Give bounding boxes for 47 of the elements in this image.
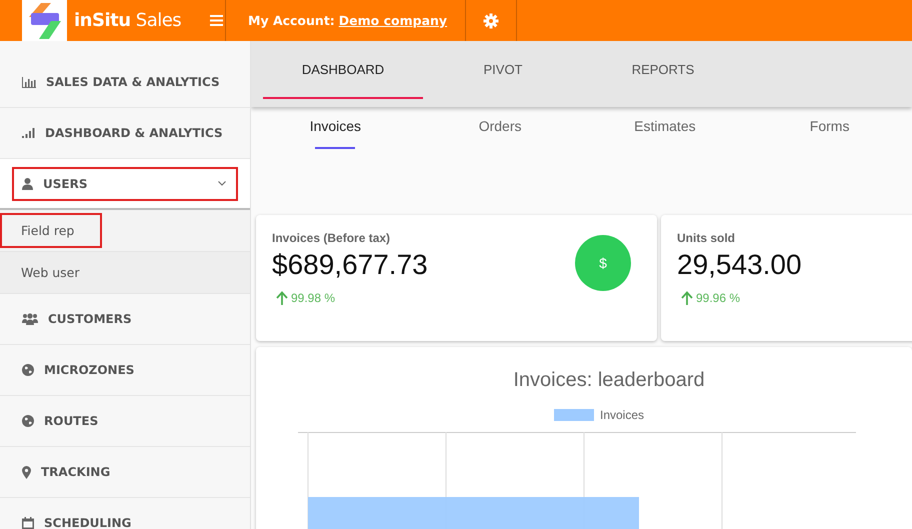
sidebar-item[interactable]: CUSTOMERS	[0, 294, 250, 345]
change-percent: 99.96 %	[696, 291, 740, 305]
globe-icon	[22, 364, 34, 376]
sidebar-label: DASHBOARD & ANALYTICS	[45, 126, 224, 140]
card-value: 29,543.00	[677, 249, 802, 281]
sidebar-label: TRACKING	[41, 465, 112, 479]
app-title: inSitu Sales	[74, 10, 182, 31]
subtab[interactable]: Forms	[747, 107, 912, 160]
card-title: Units sold	[677, 231, 736, 245]
menu-icon[interactable]	[207, 15, 225, 26]
signal-icon	[22, 128, 35, 138]
sidebar-item[interactable]: SCHEDULING	[0, 498, 250, 529]
legend-label: Invoices	[600, 408, 644, 422]
submenu-item[interactable]: Web user	[0, 252, 250, 294]
sidebar-label: CUSTOMERS	[48, 312, 133, 326]
subtab[interactable]: Estimates	[582, 107, 748, 160]
sidebar-item[interactable]: ROUTES	[0, 396, 250, 447]
tab[interactable]: PIVOT	[423, 41, 583, 99]
location-pin-icon	[22, 466, 31, 478]
bar-chart-icon	[22, 76, 36, 88]
sidebar-label: MICROZONES	[44, 363, 136, 377]
users-icon	[22, 313, 38, 325]
card-value: $689,677.73	[272, 249, 428, 281]
arrow-up-icon	[681, 291, 693, 305]
sidebar-item[interactable]: USERS	[0, 159, 250, 210]
sidebar-label: SALES DATA & ANALYTICS	[46, 75, 221, 89]
subtab[interactable]: Orders	[418, 107, 582, 160]
sidebar-label: USERS	[43, 176, 88, 190]
sidebar-item[interactable]: TRACKING	[0, 447, 250, 498]
card-title: Invoices (Before tax)	[272, 231, 392, 245]
chart-title: Invoices: leaderboard	[512, 369, 706, 392]
sidebar-item[interactable]: MICROZONES	[0, 345, 250, 396]
chevron-down-icon	[218, 181, 226, 186]
submenu-item[interactable]: Field rep	[0, 210, 250, 252]
change-percent: 99.98 %	[291, 291, 336, 305]
sidebar-label: SCHEDULING	[44, 516, 132, 529]
globe-icon	[22, 415, 34, 427]
arrow-up-icon	[276, 291, 288, 305]
tab[interactable]: DASHBOARD	[263, 41, 423, 99]
sidebar-item[interactable]: SALES DATA & ANALYTICS	[0, 57, 250, 108]
sidebar-label: ROUTES	[44, 414, 100, 428]
user-icon	[22, 178, 33, 190]
tab[interactable]: REPORTS	[583, 41, 743, 99]
subtab[interactable]: Invoices	[253, 107, 418, 160]
legend-swatch	[554, 409, 594, 421]
account-label: My Account:	[248, 13, 335, 28]
dollar-badge: $	[575, 235, 631, 291]
